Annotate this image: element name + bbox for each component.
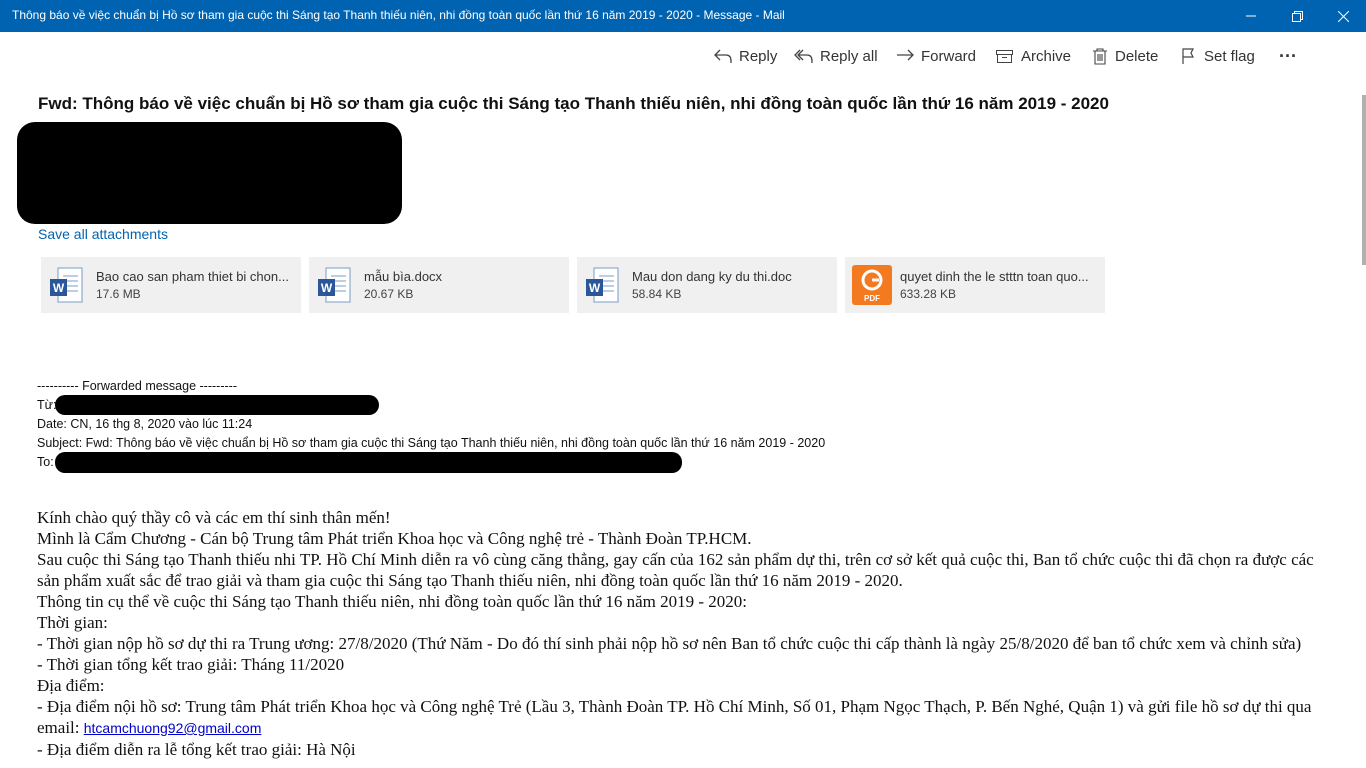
svg-text:PDF: PDF [864,294,880,303]
set-flag-label: Set flag [1204,47,1255,65]
body-line: Địa điểm: [37,676,105,695]
attachment-size: 58.84 KB [632,287,682,301]
minimize-button[interactable] [1228,0,1274,32]
email-link[interactable]: htcamchuong92@gmail.com [84,720,262,736]
body-line: - Thời gian nộp hồ sơ dự thi ra Trung ươ… [37,634,1302,653]
body-line: - Địa điểm nội hồ sơ: Trung tâm Phát tri… [37,696,1337,739]
forward-button[interactable]: Forward [895,40,976,72]
reply-all-icon [794,49,813,63]
delete-button[interactable]: Delete [1091,40,1158,72]
delete-label: Delete [1115,47,1159,65]
window-title: Thông báo về việc chuẩn bị Hồ sơ tham gi… [12,8,785,22]
attachment-name: Bao cao san pham thiet bi chon... [96,269,289,284]
svg-text:W: W [321,281,333,295]
archive-label: Archive [1021,47,1072,65]
save-all-attachments-link[interactable]: Save all attachments [38,226,168,242]
more-actions-button[interactable]: ··· [1279,40,1297,72]
forward-icon [897,49,914,61]
forward-label: Forward [921,47,977,65]
restore-icon [1291,10,1303,22]
body-line: - Địa điểm diễn ra lễ tổng kết trao giải… [37,740,356,759]
attachment-tile[interactable]: PDF quyet dinh the le stttn toan quo... … [845,257,1105,313]
forwarded-date: Date: CN, 16 thg 8, 2020 vào lúc 11:24 [37,417,253,431]
pdf-icon: PDF [852,265,892,305]
scrollbar[interactable] [1362,95,1366,265]
word-icon: W [50,267,83,303]
title-bar: Thông báo về việc chuẩn bị Hồ sơ tham gi… [0,0,1366,32]
minimize-icon [1246,15,1256,17]
archive-icon [996,50,1013,63]
body-line: Sau cuộc thi Sáng tạo Thanh thiếu nhi TP… [37,550,1314,590]
redacted-sender [17,122,402,224]
message-toolbar: Reply Reply all Forward Archive Delete S… [0,40,1366,74]
attachment-tile[interactable]: W mẫu bìa.docx 20.67 KB [309,257,569,313]
body-line: Kính chào quý thầy cô và các em thí sinh… [37,508,391,527]
word-icon: W [586,267,619,303]
attachment-tile[interactable]: W Mau don dang ky du thi.doc 58.84 KB [577,257,837,313]
forwarded-from-label: Từ: [37,398,57,412]
svg-text:W: W [589,281,601,295]
attachment-name: Mau don dang ky du thi.doc [632,269,792,284]
set-flag-button[interactable]: Set flag [1180,40,1255,72]
archive-button[interactable]: Archive [995,40,1071,72]
close-icon [1337,10,1349,22]
forwarded-subject: Subject: Fwd: Thông báo về việc chuẩn bị… [37,436,826,450]
restore-button[interactable] [1274,0,1320,32]
attachment-size: 17.6 MB [96,287,141,301]
message-body: Kính chào quý thầy cô và các em thí sinh… [37,507,1337,760]
reply-all-label: Reply all [820,47,878,65]
forwarded-header: ---------- Forwarded message --------- [37,379,237,393]
reply-label: Reply [739,47,778,65]
body-line: Thời gian: [37,613,108,632]
redacted-from [55,395,379,415]
body-line: Mình là Cẩm Chương - Cán bộ Trung tâm Ph… [37,529,752,548]
body-line: - Thời gian tổng kết trao giải: Tháng 11… [37,655,345,674]
svg-text:W: W [53,281,65,295]
reply-button[interactable]: Reply [713,40,777,72]
attachment-size: 633.28 KB [900,287,957,301]
reply-icon [714,49,732,63]
forwarded-to-label: To: [37,455,54,469]
flag-icon [1182,48,1194,64]
trash-icon [1093,48,1107,65]
word-icon: W [318,267,351,303]
reply-all-button[interactable]: Reply all [794,40,878,72]
attachment-name: quyet dinh the le stttn toan quo... [900,269,1089,284]
redacted-to [55,452,682,473]
message-subject: Fwd: Thông báo về việc chuẩn bị Hồ sơ th… [38,94,1109,113]
attachment-tile[interactable]: W Bao cao san pham thiet bi chon... 17.6… [41,257,301,313]
body-line: Thông tin cụ thể về cuộc thi Sáng tạo Th… [37,592,748,611]
attachment-name: mẫu bìa.docx [364,269,443,284]
attachment-size: 20.67 KB [364,287,414,301]
close-button[interactable] [1320,0,1366,32]
